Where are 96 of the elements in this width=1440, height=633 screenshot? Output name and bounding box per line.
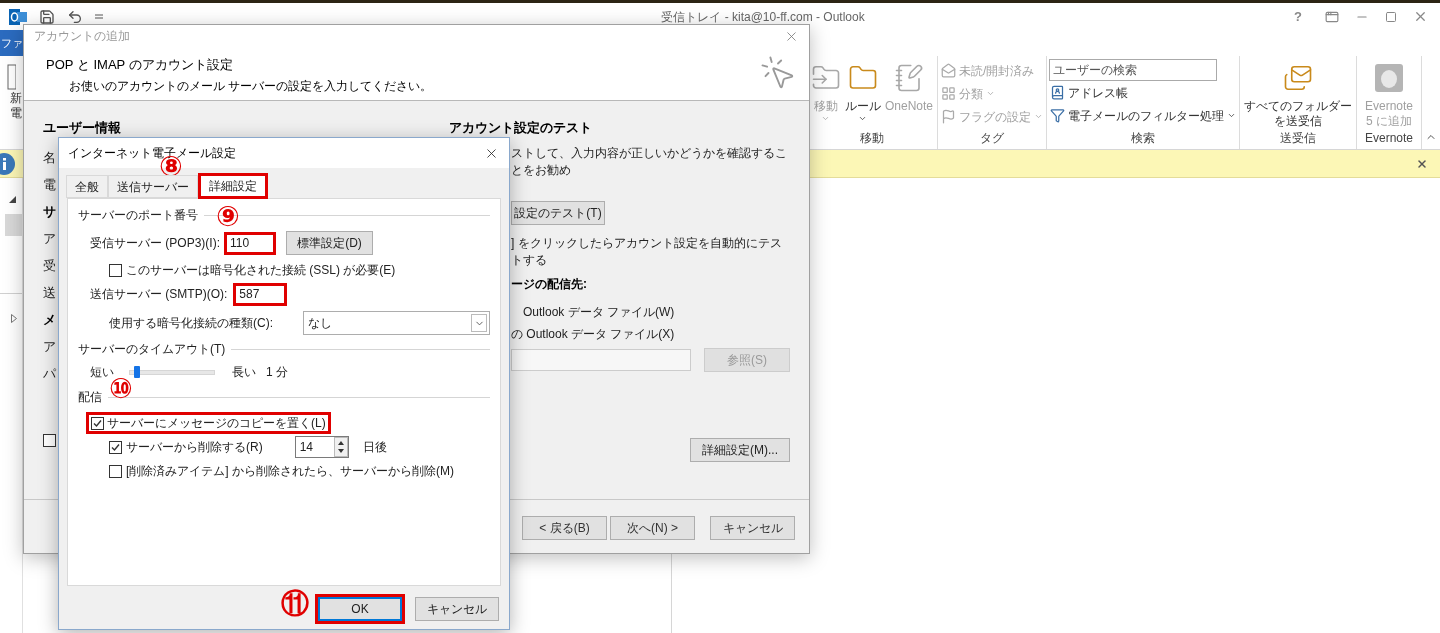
radio-label[interactable]: の Outlook データ ファイル(X) bbox=[511, 323, 675, 345]
default-settings-button[interactable]: 標準設定(D) bbox=[286, 231, 373, 255]
group-label: 送受信 bbox=[1279, 130, 1317, 147]
field-label: パ bbox=[43, 364, 56, 383]
group-header: サーバーのポート番号 bbox=[78, 207, 198, 224]
section-header: サ bbox=[43, 202, 56, 221]
mails-icon bbox=[1283, 63, 1313, 93]
section-header: メ bbox=[43, 310, 56, 329]
footer-button[interactable]: < 戻る(B) bbox=[522, 516, 607, 540]
file-path-field[interactable] bbox=[511, 349, 691, 371]
caret-icon bbox=[1227, 111, 1236, 120]
expand-triangle-icon[interactable] bbox=[11, 314, 17, 323]
funnel-icon bbox=[1050, 108, 1065, 123]
auto-test-text: ] をクリックしたらアカウント設定を自動的にテストする bbox=[511, 235, 783, 269]
app-logo-icon bbox=[9, 7, 27, 26]
maximize-icon[interactable] bbox=[1385, 10, 1397, 23]
checkbox-label: このサーバーは暗号化された接続 (SSL) が必要(E) bbox=[126, 262, 396, 279]
ribbon-display-icon[interactable] bbox=[1325, 9, 1339, 24]
slider-thumb[interactable] bbox=[133, 365, 140, 378]
dialog-title: アカウントの追加 bbox=[34, 28, 130, 45]
field-label: ア bbox=[43, 337, 56, 356]
unit-label: 日後 bbox=[362, 439, 387, 456]
description-text: ストして、入力内容が正しいかどうかを確認することをお勧め bbox=[511, 145, 788, 179]
collapse-triangle-icon[interactable] bbox=[9, 196, 16, 203]
ribbon-button[interactable]: すべてのフォルダーを送受信 bbox=[1242, 56, 1354, 129]
checkbox-label: サーバーにメッセージのコピーを置く(L) bbox=[107, 415, 326, 432]
flag-icon bbox=[941, 109, 956, 124]
group-header: 配信 bbox=[78, 389, 102, 406]
help-button[interactable]: ? bbox=[1283, 6, 1313, 27]
caret-icon bbox=[1034, 112, 1043, 121]
group-label: タグ bbox=[979, 130, 1005, 147]
step-number: ⑪ bbox=[281, 590, 309, 618]
ribbon-button[interactable]: 電子メールのフィルター処理 bbox=[1049, 104, 1237, 127]
field-label: 受信サーバー (POP3)(I): bbox=[90, 235, 220, 252]
caret-icon bbox=[821, 114, 831, 123]
field-label: ア bbox=[43, 229, 56, 248]
caret-icon bbox=[858, 114, 868, 123]
dialog-subtitle: お使いのアカウントのメール サーバーの設定を入力してください。 bbox=[68, 77, 433, 95]
tab[interactable]: 送信サーバー bbox=[108, 175, 198, 198]
slider-reading: 1 分 bbox=[266, 364, 288, 381]
checkbox-label: サーバーから削除する(R) bbox=[126, 439, 263, 456]
checkbox-label: [削除済みアイテム] から削除されたら、サーバーから削除(M) bbox=[126, 463, 454, 480]
info-icon bbox=[0, 152, 16, 175]
ribbon-button[interactable]: 電 bbox=[0, 106, 23, 121]
port-field[interactable]: 110 bbox=[224, 231, 276, 255]
timeout-slider[interactable] bbox=[129, 369, 215, 375]
footer-button[interactable]: 次へ(N) > bbox=[610, 516, 695, 540]
field-label: 送信サーバー (SMTP)(O): bbox=[90, 286, 228, 303]
ribbon-button[interactable]: 新 bbox=[0, 91, 23, 106]
notebook-icon bbox=[894, 63, 924, 93]
ribbon-button[interactable]: アドレス帳 bbox=[1049, 81, 1237, 104]
app-tile-icon bbox=[1374, 63, 1404, 93]
slider-label: 長い bbox=[232, 364, 256, 381]
more-settings-button[interactable]: 詳細設定(M)... bbox=[690, 438, 790, 462]
field-label: 使用する暗号化接続の種類(C): bbox=[109, 315, 273, 332]
checkbox[interactable] bbox=[91, 416, 104, 430]
days-spinner[interactable]: 14 bbox=[294, 436, 349, 458]
encryption-select[interactable]: なし bbox=[303, 311, 490, 335]
section-header: ージの配信先: bbox=[511, 276, 587, 293]
checkbox[interactable] bbox=[43, 434, 56, 447]
window-title: 受信トレイ - kita@10-ff.com - Outlook bbox=[661, 8, 865, 26]
group-label: 移動 bbox=[859, 130, 885, 147]
grid-icon bbox=[941, 86, 956, 101]
open-envelope-icon bbox=[941, 63, 956, 78]
checkbox[interactable] bbox=[109, 464, 122, 478]
group-label: Evernote bbox=[1364, 130, 1415, 147]
save-icon[interactable] bbox=[39, 8, 55, 25]
field-label: 電 bbox=[43, 175, 56, 194]
group-label: 検索 bbox=[1130, 130, 1156, 147]
close-icon[interactable] bbox=[1416, 157, 1428, 170]
address-book-icon bbox=[1050, 85, 1065, 100]
port-field[interactable]: 587 bbox=[233, 282, 288, 306]
spin-arrows-icon[interactable] bbox=[333, 437, 348, 457]
tab[interactable]: 全般 bbox=[66, 175, 108, 198]
test-settings-button[interactable]: 設定のテスト(T) bbox=[511, 201, 605, 225]
dialog-button[interactable]: キャンセル bbox=[412, 594, 502, 624]
customize-icon[interactable] bbox=[95, 12, 103, 21]
caret-icon bbox=[986, 89, 995, 98]
field-label: 名 bbox=[43, 148, 56, 167]
undo-icon[interactable] bbox=[67, 8, 83, 25]
footer-button[interactable]: キャンセル bbox=[710, 516, 795, 540]
ribbon-button[interactable]: ルール bbox=[843, 56, 883, 129]
step-number: ⑨ bbox=[216, 203, 240, 231]
field-label: 受 bbox=[43, 256, 56, 275]
search-field[interactable]: ユーザーの検索 bbox=[1049, 59, 1217, 81]
field-label: 送 bbox=[43, 283, 56, 302]
radio-label[interactable]: Outlook データ ファイル(W) bbox=[523, 301, 675, 323]
section-header: アカウント設定のテスト bbox=[449, 119, 593, 136]
dialog-heading: POP と IMAP のアカウント設定 bbox=[46, 56, 234, 74]
group-header: サーバーのタイムアウト(T) bbox=[78, 341, 226, 358]
tab[interactable]: 詳細設定 bbox=[198, 173, 268, 199]
file-tab[interactable]: ファ bbox=[0, 30, 24, 56]
checkbox[interactable] bbox=[109, 440, 122, 454]
dialog-button[interactable]: OK bbox=[315, 594, 405, 624]
checkbox[interactable] bbox=[109, 263, 122, 277]
section-header: ユーザー情報 bbox=[43, 119, 122, 136]
